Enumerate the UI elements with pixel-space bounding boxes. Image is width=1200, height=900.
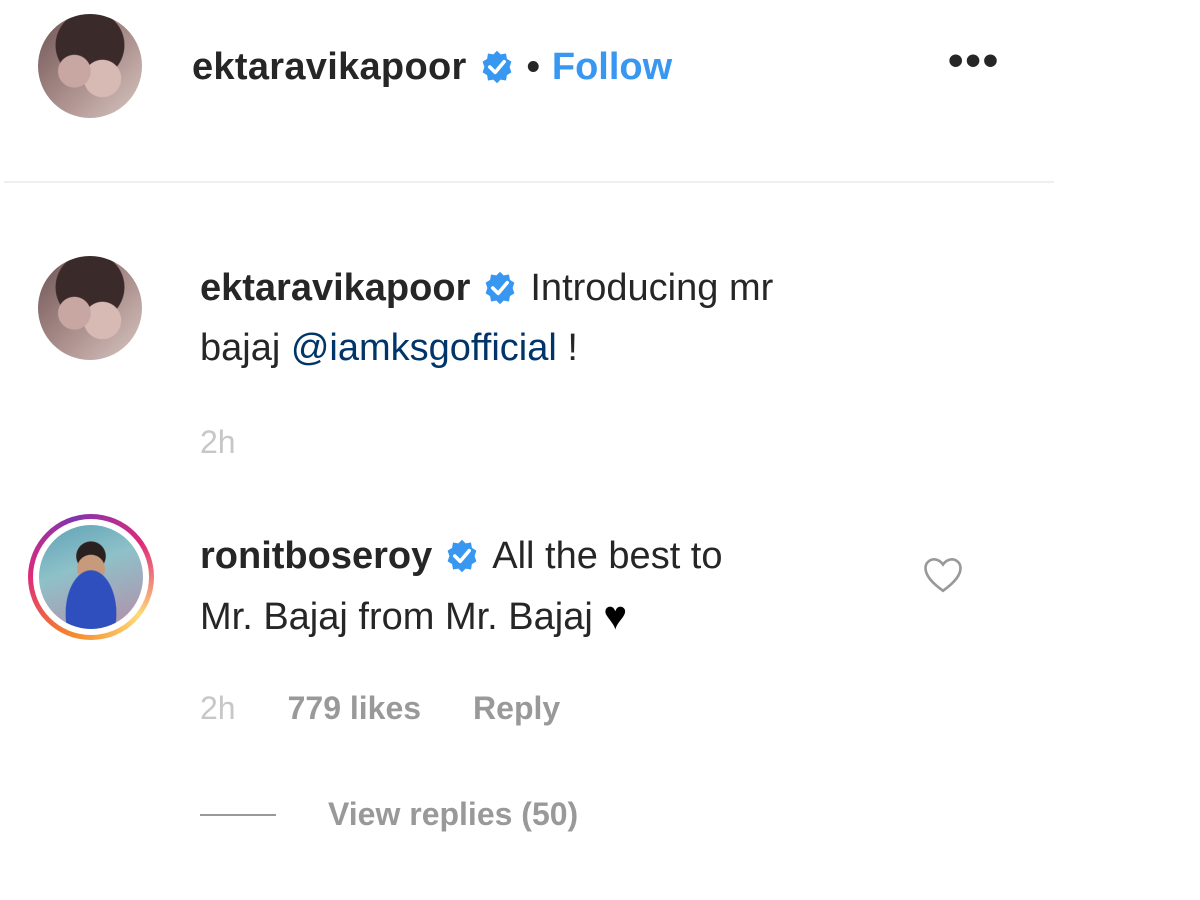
verified-badge-icon bbox=[482, 50, 511, 84]
mention-link[interactable]: @iamksgofficial bbox=[291, 327, 557, 369]
follow-button[interactable]: Follow bbox=[552, 46, 672, 89]
comment-timestamp[interactable]: 2h bbox=[200, 690, 236, 727]
replies-divider-line bbox=[200, 813, 276, 816]
comment-likes[interactable]: 779 likes bbox=[288, 690, 421, 727]
caption-suffix: ! bbox=[556, 327, 578, 369]
separator-dot: • bbox=[526, 45, 540, 88]
comment-body: ronitboseroy All the best to Mr. Bajaj f… bbox=[200, 526, 900, 647]
header-user-row: ektaravikapoor • Follow bbox=[192, 42, 672, 92]
comment-avatar-ring[interactable] bbox=[28, 514, 154, 640]
comment-meta-row: 2h 779 likes Reply bbox=[200, 690, 560, 727]
comment-avatar[interactable] bbox=[39, 525, 143, 629]
verified-badge-icon bbox=[485, 271, 515, 305]
caption-username[interactable]: ektaravikapoor bbox=[200, 258, 470, 318]
view-replies-row[interactable]: View replies (50) bbox=[200, 796, 578, 833]
comment-username[interactable]: ronitboseroy bbox=[200, 526, 432, 586]
view-replies-button[interactable]: View replies (50) bbox=[328, 796, 578, 833]
comment-text-line2: Mr. Bajaj from Mr. Bajaj bbox=[200, 596, 593, 638]
comment-text-line1: All the best to bbox=[492, 535, 723, 577]
caption-avatar[interactable] bbox=[38, 256, 142, 360]
caption-timestamp[interactable]: 2h bbox=[200, 424, 236, 461]
caption-text-line1: Introducing mr bbox=[530, 267, 774, 309]
header-avatar[interactable] bbox=[38, 14, 142, 118]
heart-outline-icon[interactable] bbox=[922, 555, 964, 595]
reply-button[interactable]: Reply bbox=[473, 690, 560, 727]
header-divider bbox=[4, 181, 1054, 183]
caption-body: ektaravikapoor Introducing mr bajaj @iam… bbox=[200, 258, 920, 378]
verified-badge-icon bbox=[447, 539, 477, 573]
header-username[interactable]: ektaravikapoor bbox=[192, 46, 467, 89]
black-heart-emoji: ♥ bbox=[603, 594, 628, 638]
caption-text-line2: bajaj bbox=[200, 327, 291, 369]
comment-avatar-ring-inner bbox=[33, 519, 149, 635]
more-options-icon[interactable]: ••• bbox=[948, 36, 1000, 86]
